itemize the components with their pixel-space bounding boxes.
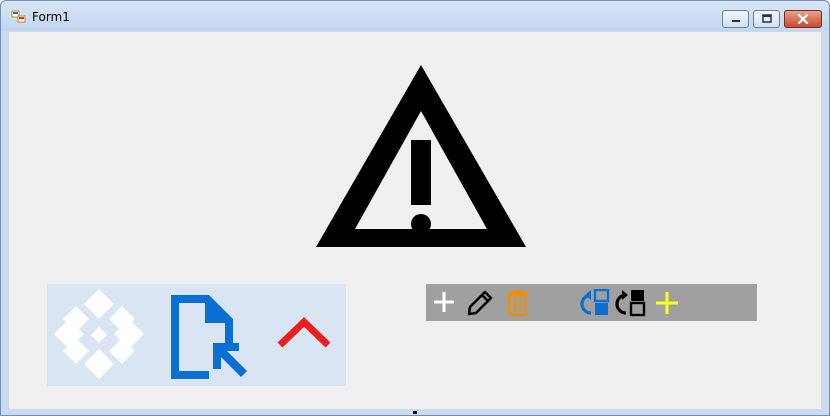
icon-toolbar: [426, 284, 757, 321]
delete-icon[interactable]: [505, 289, 531, 317]
chevron-up-icon[interactable]: [277, 317, 331, 351]
caption-buttons: [718, 10, 822, 28]
add-icon[interactable]: [433, 291, 455, 313]
close-icon: [797, 14, 809, 24]
warning-icon: [316, 65, 526, 247]
minimize-button[interactable]: [722, 10, 749, 28]
window-title: Form1: [32, 10, 70, 24]
rotate-right-icon[interactable]: [612, 289, 646, 317]
form-client-area: [9, 32, 821, 409]
add-icon-yellow[interactable]: [655, 291, 679, 315]
resize-grip-mark: [413, 411, 417, 414]
icon-panel: [47, 284, 346, 386]
maximize-icon: [761, 14, 772, 23]
diamond-grid-icon[interactable]: [52, 289, 146, 383]
file-cursor-icon[interactable]: [165, 291, 255, 383]
title-bar[interactable]: Form1: [1, 1, 829, 31]
minimize-icon: [731, 20, 740, 22]
edit-icon[interactable]: [466, 289, 494, 317]
maximize-button[interactable]: [753, 10, 780, 28]
form-window: Form1: [0, 0, 830, 416]
windows-forms-app-icon: [11, 10, 26, 23]
close-button[interactable]: [784, 10, 822, 28]
rotate-left-icon[interactable]: [576, 289, 610, 317]
